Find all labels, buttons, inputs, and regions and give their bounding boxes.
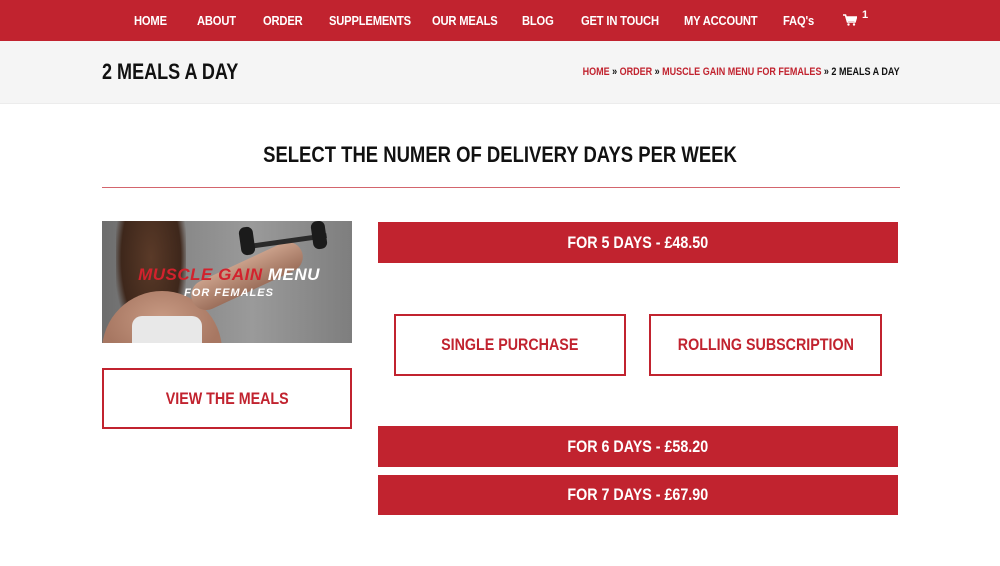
option-5-days-button[interactable]: FOR 5 DAYS - £48.50 [378, 222, 898, 263]
breadcrumb-separator: » [655, 66, 661, 78]
breadcrumb: HOME» ORDER» MUSCLE GAIN MENU FOR FEMALES»… [513, 66, 900, 78]
breadcrumb-muscle-gain-females[interactable]: MUSCLE GAIN MENU FOR FEMALES [663, 66, 822, 78]
breadcrumb-order[interactable]: ORDER [620, 66, 653, 78]
nav-about[interactable]: ABOUT [197, 0, 242, 41]
breadcrumb-separator: » [612, 66, 618, 78]
section-heading: SELECT THE NUMER OF DELIVERY DAYS PER WE… [263, 142, 737, 167]
rolling-subscription-button[interactable]: ROLLING SUBSCRIPTION [649, 314, 882, 376]
page-title: 2 MEALS A DAY [102, 59, 239, 84]
cart-count-badge: 1 [862, 9, 869, 21]
breadcrumb-home[interactable]: HOME [583, 66, 610, 78]
view-meals-button[interactable]: VIEW THE MEALS [102, 368, 352, 429]
muscle-gain-females-banner: MUSCLE GAIN MENU FOR FEMALES [102, 221, 352, 343]
nav-blog[interactable]: BLOG [522, 0, 559, 41]
nav-faqs[interactable]: FAQ's [783, 0, 819, 41]
top-navigation: HOME ABOUT ORDER SUPPLEMENTS OUR MEALS B… [0, 0, 1000, 41]
single-purchase-button[interactable]: SINGLE PURCHASE [394, 314, 626, 376]
divider [102, 187, 900, 188]
shopping-cart-icon [843, 14, 857, 26]
nav-supplements[interactable]: SUPPLEMENTS [329, 0, 424, 41]
breadcrumb-current: 2 MEALS A DAY [831, 66, 900, 78]
banner-title: MUSCLE GAIN MENU [138, 265, 320, 284]
breadcrumb-separator: » [824, 66, 830, 78]
nav-order[interactable]: ORDER [263, 0, 309, 41]
option-6-days-button[interactable]: FOR 6 DAYS - £58.20 [378, 426, 898, 467]
nav-our-meals[interactable]: OUR MEALS [432, 0, 508, 41]
nav-get-in-touch[interactable]: GET IN TOUCH [581, 0, 672, 41]
nav-my-account[interactable]: MY ACCOUNT [684, 0, 769, 41]
nav-home[interactable]: HOME [134, 0, 172, 41]
option-7-days-button[interactable]: FOR 7 DAYS - £67.90 [378, 475, 898, 515]
page-header: 2 MEALS A DAY HOME» ORDER» MUSCLE GAIN MEN… [0, 41, 1000, 104]
banner-subtitle: FOR FEMALES [184, 287, 274, 299]
